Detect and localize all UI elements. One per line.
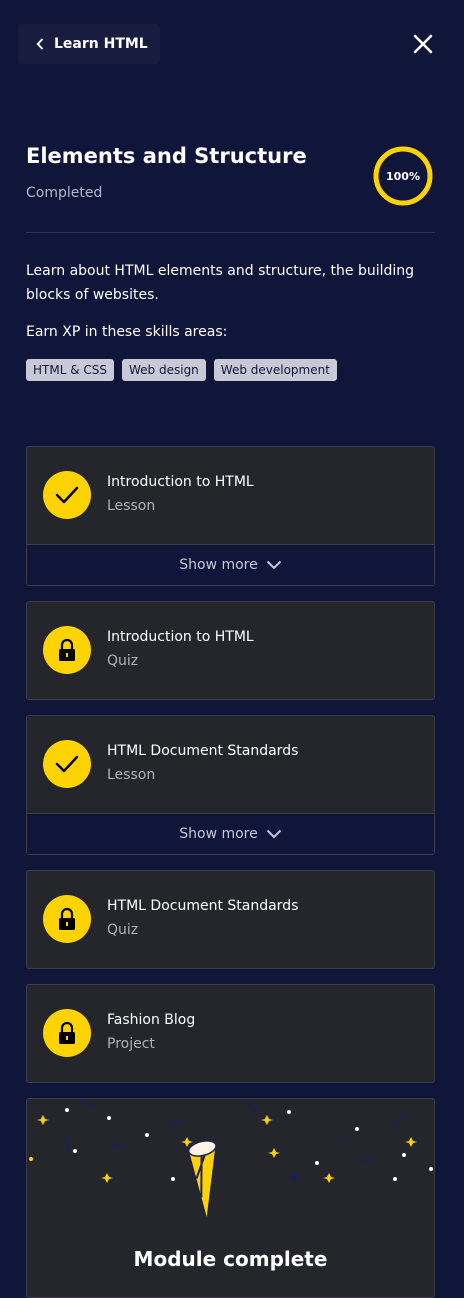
skills-label: Earn XP in these skills areas: xyxy=(26,324,228,340)
module-description: Learn about HTML elements and structure,… xyxy=(26,263,415,303)
chevron-down-icon xyxy=(266,560,282,570)
skill-tag: HTML & CSS xyxy=(26,359,114,381)
module-item-card[interactable]: HTML Document Standards Quiz xyxy=(26,870,435,969)
chevron-left-icon xyxy=(36,38,44,50)
check-icon xyxy=(43,471,91,519)
skill-tags: HTML & CSS Web design Web development xyxy=(26,359,337,381)
show-more-label: Show more xyxy=(179,557,258,573)
item-type: Lesson xyxy=(107,767,156,783)
chevron-down-icon xyxy=(266,829,282,839)
module-item-card[interactable]: Introduction to HTML Lesson Show more xyxy=(26,446,435,586)
item-type: Quiz xyxy=(107,922,139,938)
item-type: Project xyxy=(107,1036,155,1052)
module-item-card[interactable]: Fashion Blog Project xyxy=(26,984,435,1083)
item-title: HTML Document Standards xyxy=(107,743,299,759)
show-more-button[interactable]: Show more xyxy=(27,813,434,854)
item-title: Introduction to HTML xyxy=(107,474,254,490)
close-icon[interactable] xyxy=(410,31,436,57)
skill-tag: Web development xyxy=(213,359,337,381)
module-item-card[interactable]: Introduction to HTML Quiz xyxy=(26,601,435,700)
confetti-illustration xyxy=(29,1099,433,1222)
module-status: Completed xyxy=(26,185,103,201)
module-complete-title: Module complete xyxy=(133,1247,328,1271)
check-icon xyxy=(43,740,91,788)
item-type: Lesson xyxy=(107,498,156,514)
module-title: Elements and Structure xyxy=(26,144,307,168)
show-more-label: Show more xyxy=(179,826,258,842)
item-title: Fashion Blog xyxy=(107,1012,196,1028)
item-title: HTML Document Standards xyxy=(107,898,299,914)
back-button-label: Learn HTML xyxy=(54,36,148,52)
item-title: Introduction to HTML xyxy=(107,629,254,645)
module-item-card[interactable]: HTML Document Standards Lesson Show more xyxy=(26,715,435,855)
progress-label: 100% xyxy=(386,169,420,183)
divider xyxy=(26,232,435,233)
module-complete-card: Module complete xyxy=(26,1098,435,1298)
back-button[interactable]: Learn HTML xyxy=(18,24,160,64)
lock-icon xyxy=(43,895,91,943)
lock-icon xyxy=(43,626,91,674)
show-more-button[interactable]: Show more xyxy=(27,544,434,585)
lock-icon xyxy=(43,1009,91,1057)
item-type: Quiz xyxy=(107,653,139,669)
skill-tag: Web design xyxy=(122,359,206,381)
